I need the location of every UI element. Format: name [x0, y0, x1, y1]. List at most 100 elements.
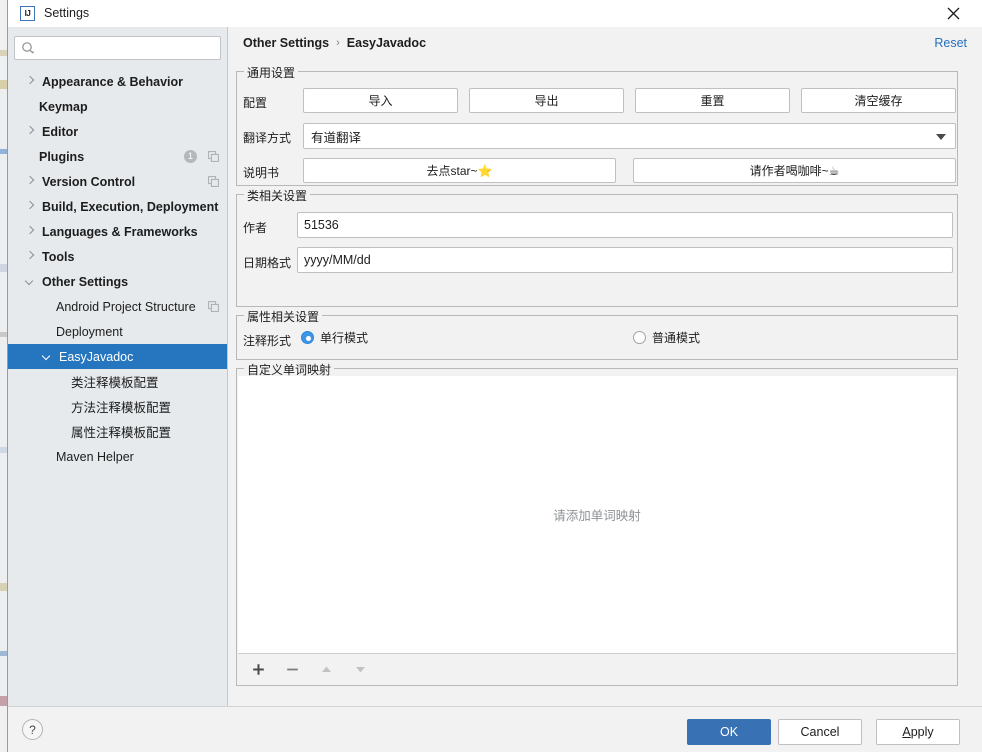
- apply-button[interactable]: Apply: [876, 719, 960, 745]
- chevron-down-icon: [936, 134, 946, 140]
- word-mapping-toolbar: [238, 654, 956, 684]
- sidebar-item-label: Plugins: [39, 150, 84, 164]
- update-count-badge: 1: [184, 150, 197, 163]
- sidebar-item-label: 属性注释模板配置: [71, 422, 171, 441]
- field-settings-title: 属性相关设置: [244, 308, 322, 325]
- close-icon[interactable]: [930, 0, 976, 27]
- sidebar-item-label: Deployment: [56, 325, 123, 339]
- class-settings-title: 类相关设置: [244, 187, 310, 204]
- sidebar-item-label: Languages & Frameworks: [42, 225, 198, 239]
- chevron-right-icon[interactable]: [26, 252, 35, 261]
- radio-icon-unselected: [633, 331, 646, 344]
- radio-single-line-mode[interactable]: 单行模式: [301, 329, 368, 346]
- background-window-sliver: [0, 0, 7, 752]
- sidebar-item-label: Appearance & Behavior: [42, 75, 183, 89]
- chevron-right-icon[interactable]: [26, 227, 35, 236]
- remove-mapping-button[interactable]: [282, 659, 302, 679]
- reset-link[interactable]: Reset: [934, 36, 967, 50]
- sidebar-item-version-control[interactable]: Version Control: [8, 169, 227, 194]
- sidebar-item-tools[interactable]: Tools: [8, 244, 227, 269]
- chevron-down-icon[interactable]: [26, 277, 35, 286]
- translate-method-value: 有道翻译: [304, 127, 361, 146]
- search-field-wrapper: [14, 36, 221, 60]
- sidebar-item-label: Android Project Structure: [56, 300, 196, 314]
- chevron-down-icon[interactable]: [43, 352, 52, 361]
- sidebar-item-plugins[interactable]: Plugins 1: [8, 144, 227, 169]
- sidebar-item-easyjavadoc[interactable]: EasyJavadoc: [8, 344, 227, 369]
- chevron-right-icon[interactable]: [26, 177, 35, 186]
- settings-sidebar: Appearance & Behavior Keymap Editor Plugins…: [8, 27, 228, 706]
- sidebar-item-方法注释模板配置[interactable]: 方法注释模板配置: [8, 394, 227, 419]
- sidebar-item-android-project-structure[interactable]: Android Project Structure: [8, 294, 227, 319]
- word-mapping-list[interactable]: 请添加单词映射: [238, 376, 956, 654]
- chevron-right-icon[interactable]: [26, 127, 35, 136]
- sidebar-item-label: 方法注释模板配置: [71, 397, 171, 416]
- search-input[interactable]: [14, 36, 221, 60]
- sidebar-item-other-settings[interactable]: Other Settings: [8, 269, 227, 294]
- general-settings-group: 通用设置 配置 导入 导出 重置 清空缓存 翻译方式 有道翻译 说明书 去点st…: [236, 71, 958, 186]
- word-mapping-empty-text: 请添加单词映射: [553, 505, 641, 524]
- date-format-input[interactable]: [297, 247, 953, 273]
- star-project-button[interactable]: 去点star~⭐: [303, 158, 616, 183]
- add-mapping-button[interactable]: [248, 659, 268, 679]
- dialog-footer: ? OK Cancel Apply: [8, 706, 982, 752]
- radio-normal-mode[interactable]: 普通模式: [633, 329, 700, 346]
- breadcrumb: Other Settings › EasyJavadoc: [243, 36, 426, 50]
- copy-settings-icon[interactable]: [208, 301, 219, 312]
- settings-dialog: IJ Settings Appearance & Behavior Keymap E…: [7, 0, 982, 752]
- sidebar-item-languages-frameworks[interactable]: Languages & Frameworks: [8, 219, 227, 244]
- move-down-button[interactable]: [350, 659, 370, 679]
- clear-cache-button[interactable]: 清空缓存: [801, 88, 956, 113]
- cancel-button[interactable]: Cancel: [778, 719, 862, 745]
- sidebar-item-label: 类注释模板配置: [71, 372, 159, 391]
- sidebar-item-label: Maven Helper: [56, 450, 134, 464]
- title-bar: IJ Settings: [8, 0, 982, 27]
- radio-single-line-label: 单行模式: [320, 329, 368, 346]
- sidebar-item-属性注释模板配置[interactable]: 属性注释模板配置: [8, 419, 227, 444]
- copy-settings-icon[interactable]: [208, 151, 219, 162]
- comment-form-label: 注释形式: [243, 332, 291, 349]
- sidebar-item-appearance-behavior[interactable]: Appearance & Behavior: [8, 69, 227, 94]
- general-settings-title: 通用设置: [244, 64, 298, 81]
- sidebar-item-label: EasyJavadoc: [59, 350, 133, 364]
- sidebar-item-deployment[interactable]: Deployment: [8, 319, 227, 344]
- ok-button[interactable]: OK: [687, 719, 771, 745]
- apply-mnemonic: A: [902, 725, 910, 739]
- reset-config-button[interactable]: 重置: [635, 88, 790, 113]
- field-settings-group: 属性相关设置 注释形式 单行模式 普通模式: [236, 315, 958, 360]
- breadcrumb-separator-icon: ›: [336, 37, 340, 49]
- sidebar-item-build-execution-deployment[interactable]: Build, Execution, Deployment: [8, 194, 227, 219]
- class-settings-group: 类相关设置 作者 日期格式: [236, 194, 958, 307]
- settings-tree: Appearance & Behavior Keymap Editor Plugins…: [8, 69, 227, 706]
- manual-label: 说明书: [243, 164, 279, 181]
- sidebar-item-label: Build, Execution, Deployment: [42, 200, 218, 214]
- translate-method-label: 翻译方式: [243, 129, 291, 146]
- radio-icon-selected: [301, 331, 314, 344]
- sidebar-item-label: Keymap: [39, 100, 88, 114]
- breadcrumb-root[interactable]: Other Settings: [243, 36, 329, 50]
- sidebar-item-label: Other Settings: [42, 275, 128, 289]
- buy-coffee-button[interactable]: 请作者喝咖啡~☕: [633, 158, 956, 183]
- help-button[interactable]: ?: [22, 719, 43, 740]
- window-title: Settings: [44, 6, 89, 20]
- sidebar-item-label: Editor: [42, 125, 78, 139]
- date-format-label: 日期格式: [243, 254, 291, 271]
- author-input[interactable]: [297, 212, 953, 238]
- import-button[interactable]: 导入: [303, 88, 458, 113]
- sidebar-item-label: Version Control: [42, 175, 135, 189]
- radio-normal-label: 普通模式: [652, 329, 700, 346]
- sidebar-item-editor[interactable]: Editor: [8, 119, 227, 144]
- settings-content-pane: Other Settings › EasyJavadoc Reset 通用设置 …: [229, 27, 982, 706]
- move-up-button[interactable]: [316, 659, 336, 679]
- sidebar-item-maven-helper[interactable]: Maven Helper: [8, 444, 227, 469]
- copy-settings-icon[interactable]: [208, 176, 219, 187]
- chevron-right-icon[interactable]: [26, 77, 35, 86]
- intellij-idea-icon: IJ: [20, 6, 35, 21]
- translate-method-combo[interactable]: 有道翻译: [303, 123, 956, 149]
- sidebar-item-类注释模板配置[interactable]: 类注释模板配置: [8, 369, 227, 394]
- sidebar-item-keymap[interactable]: Keymap: [8, 94, 227, 119]
- author-label: 作者: [243, 219, 267, 236]
- export-button[interactable]: 导出: [469, 88, 624, 113]
- word-mapping-group: 自定义单词映射 请添加单词映射: [236, 368, 958, 686]
- chevron-right-icon[interactable]: [26, 202, 35, 211]
